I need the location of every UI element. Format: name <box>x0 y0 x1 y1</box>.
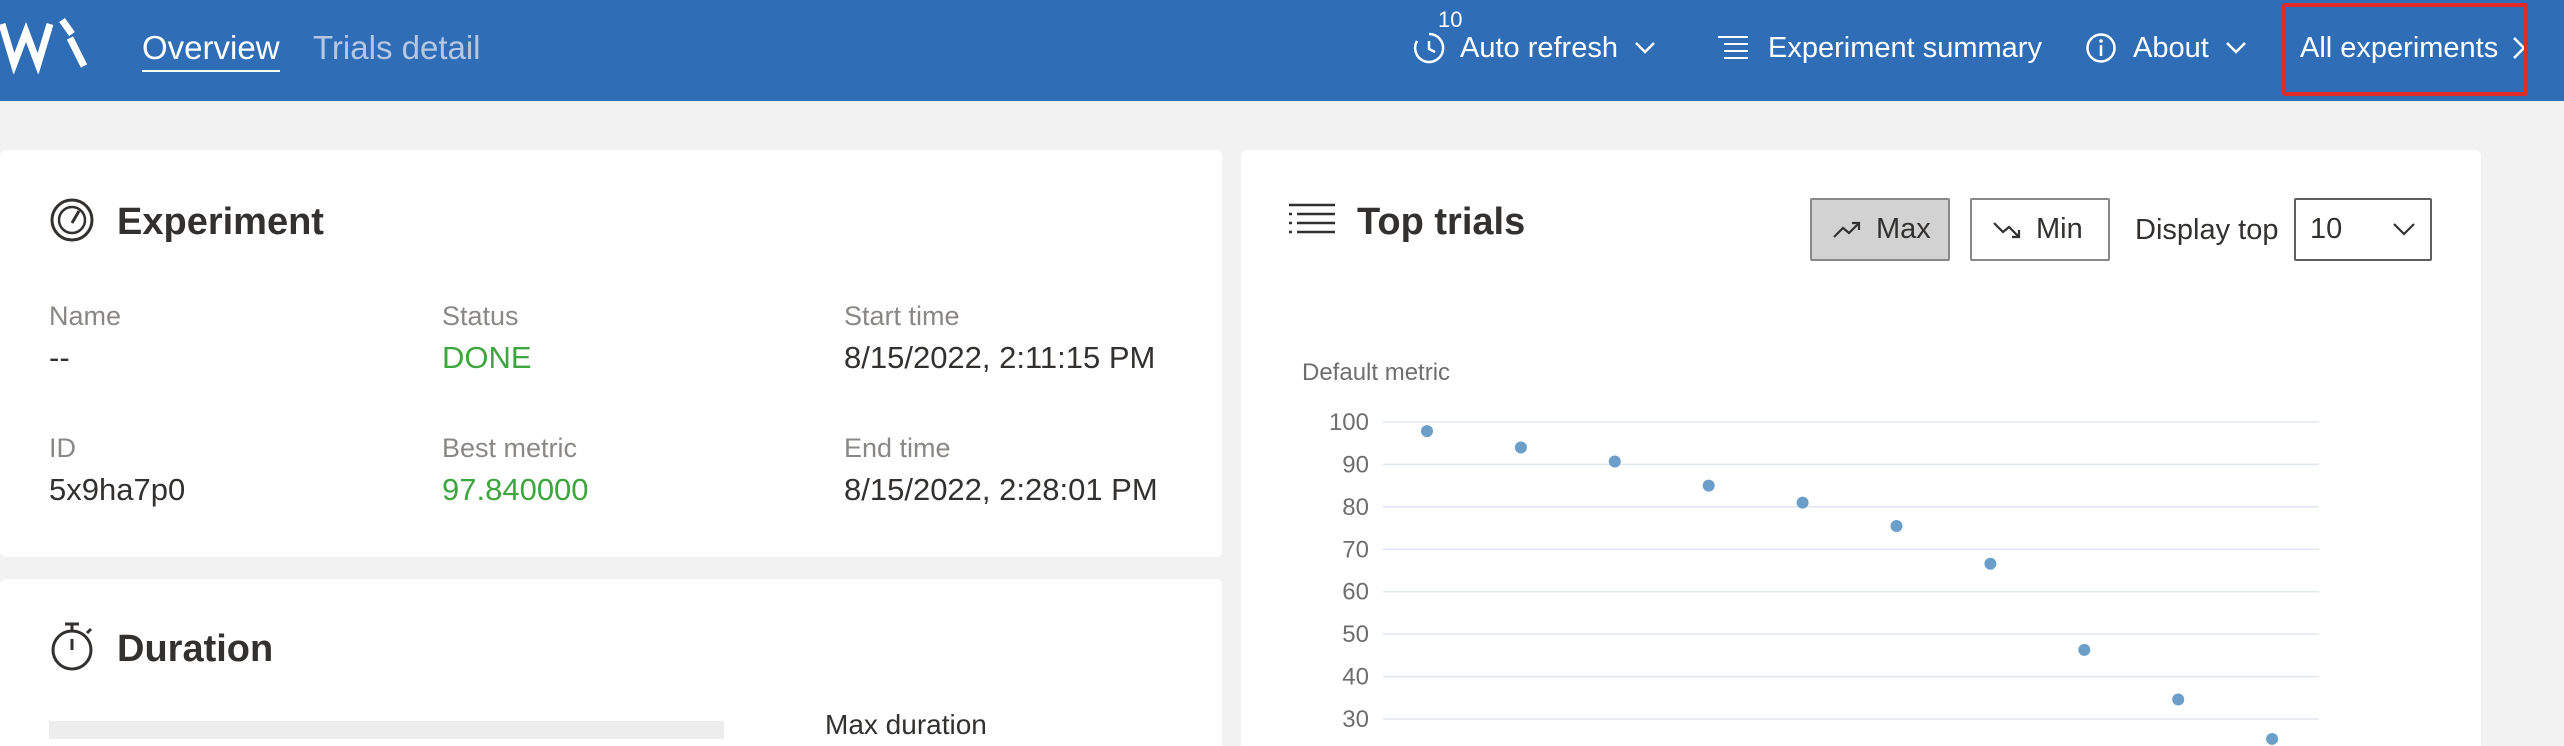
y-tick-label: 50 <box>1342 621 1369 648</box>
nni-logo[interactable] <box>0 14 92 74</box>
end-time-value: 8/15/2022, 2:28:01 PM <box>844 472 1158 507</box>
name-value: -- <box>49 340 70 375</box>
display-top-value: 10 <box>2310 213 2343 245</box>
experiment-summary-label: Experiment summary <box>1768 32 2042 64</box>
best-metric-value: 97.840000 <box>442 472 589 507</box>
min-button[interactable]: Min <box>1970 198 2110 261</box>
auto-refresh-label: Auto refresh <box>1460 32 1618 64</box>
id-value: 5x9ha7p0 <box>49 472 186 507</box>
trial-point[interactable] <box>1608 455 1621 468</box>
speedometer-icon <box>50 198 94 242</box>
experiment-title: Experiment <box>117 201 324 243</box>
id-label: ID <box>49 433 76 463</box>
trial-point[interactable] <box>1514 441 1527 454</box>
info-icon <box>2086 33 2116 63</box>
trial-point[interactable] <box>1796 496 1809 509</box>
start-time-label: Start time <box>844 301 960 331</box>
y-tick-label: 40 <box>1342 664 1369 691</box>
list-icon <box>1289 203 1335 234</box>
name-label: Name <box>49 301 122 331</box>
trial-point[interactable] <box>1984 557 1997 570</box>
max-button[interactable]: Max <box>1810 198 1950 261</box>
y-tick-label: 70 <box>1342 536 1369 563</box>
about-dropdown[interactable]: About <box>2085 28 2247 68</box>
trial-point[interactable] <box>1890 519 1903 532</box>
trial-point[interactable] <box>2078 643 2091 656</box>
clock-icon <box>1413 32 1445 64</box>
tab-trials-detail[interactable]: Trials detail <box>313 28 481 68</box>
status-value: DONE <box>442 340 532 375</box>
max-duration-label: Max duration <box>825 709 987 740</box>
trial-point[interactable] <box>2266 732 2279 745</box>
start-time-value: 8/15/2022, 2:11:15 PM <box>844 340 1156 375</box>
stopwatch-icon <box>51 622 93 671</box>
y-tick-label: 100 <box>1329 409 1369 436</box>
chevron-down-icon <box>1635 42 1655 54</box>
list-icon <box>1718 36 1748 59</box>
experiment-summary-button[interactable]: Experiment summary <box>1716 28 2042 68</box>
y-axis-title: Default metric <box>1302 360 1450 386</box>
highlight-box <box>2282 3 2528 96</box>
top-trials-title: Top trials <box>1357 201 1526 243</box>
chevron-down-icon <box>2393 223 2415 236</box>
trend-down-icon <box>1993 221 2021 238</box>
auto-refresh-dropdown[interactable]: Auto refresh <box>1412 28 1656 68</box>
y-tick-label: 60 <box>1342 579 1369 606</box>
status-label: Status <box>442 301 519 331</box>
trend-up-icon <box>1833 221 1861 238</box>
tab-overview[interactable]: Overview <box>142 28 280 72</box>
display-top-select[interactable]: 10 <box>2294 198 2432 261</box>
trial-point[interactable] <box>2172 693 2185 706</box>
trial-point[interactable] <box>1702 479 1715 492</box>
trial-point[interactable] <box>1421 425 1433 438</box>
end-time-label: End time <box>844 433 951 463</box>
y-tick-label: 80 <box>1342 494 1369 521</box>
top-bar: Overview Trials detail 10 Auto refresh E… <box>0 0 2564 101</box>
min-button-label: Min <box>2036 213 2083 245</box>
about-label: About <box>2133 32 2209 64</box>
y-tick-label: 90 <box>1342 451 1369 478</box>
top-trials-chart: Default metric 30 40 50 60 70 80 90 100 <box>1302 360 2319 745</box>
chevron-down-icon <box>2225 42 2246 54</box>
duration-title: Duration <box>117 628 274 670</box>
max-button-label: Max <box>1876 213 1931 245</box>
best-metric-label: Best metric <box>442 433 578 463</box>
duration-progress-bar <box>49 721 724 739</box>
y-tick-label: 30 <box>1342 706 1369 733</box>
display-top-label: Display top <box>2135 214 2279 246</box>
